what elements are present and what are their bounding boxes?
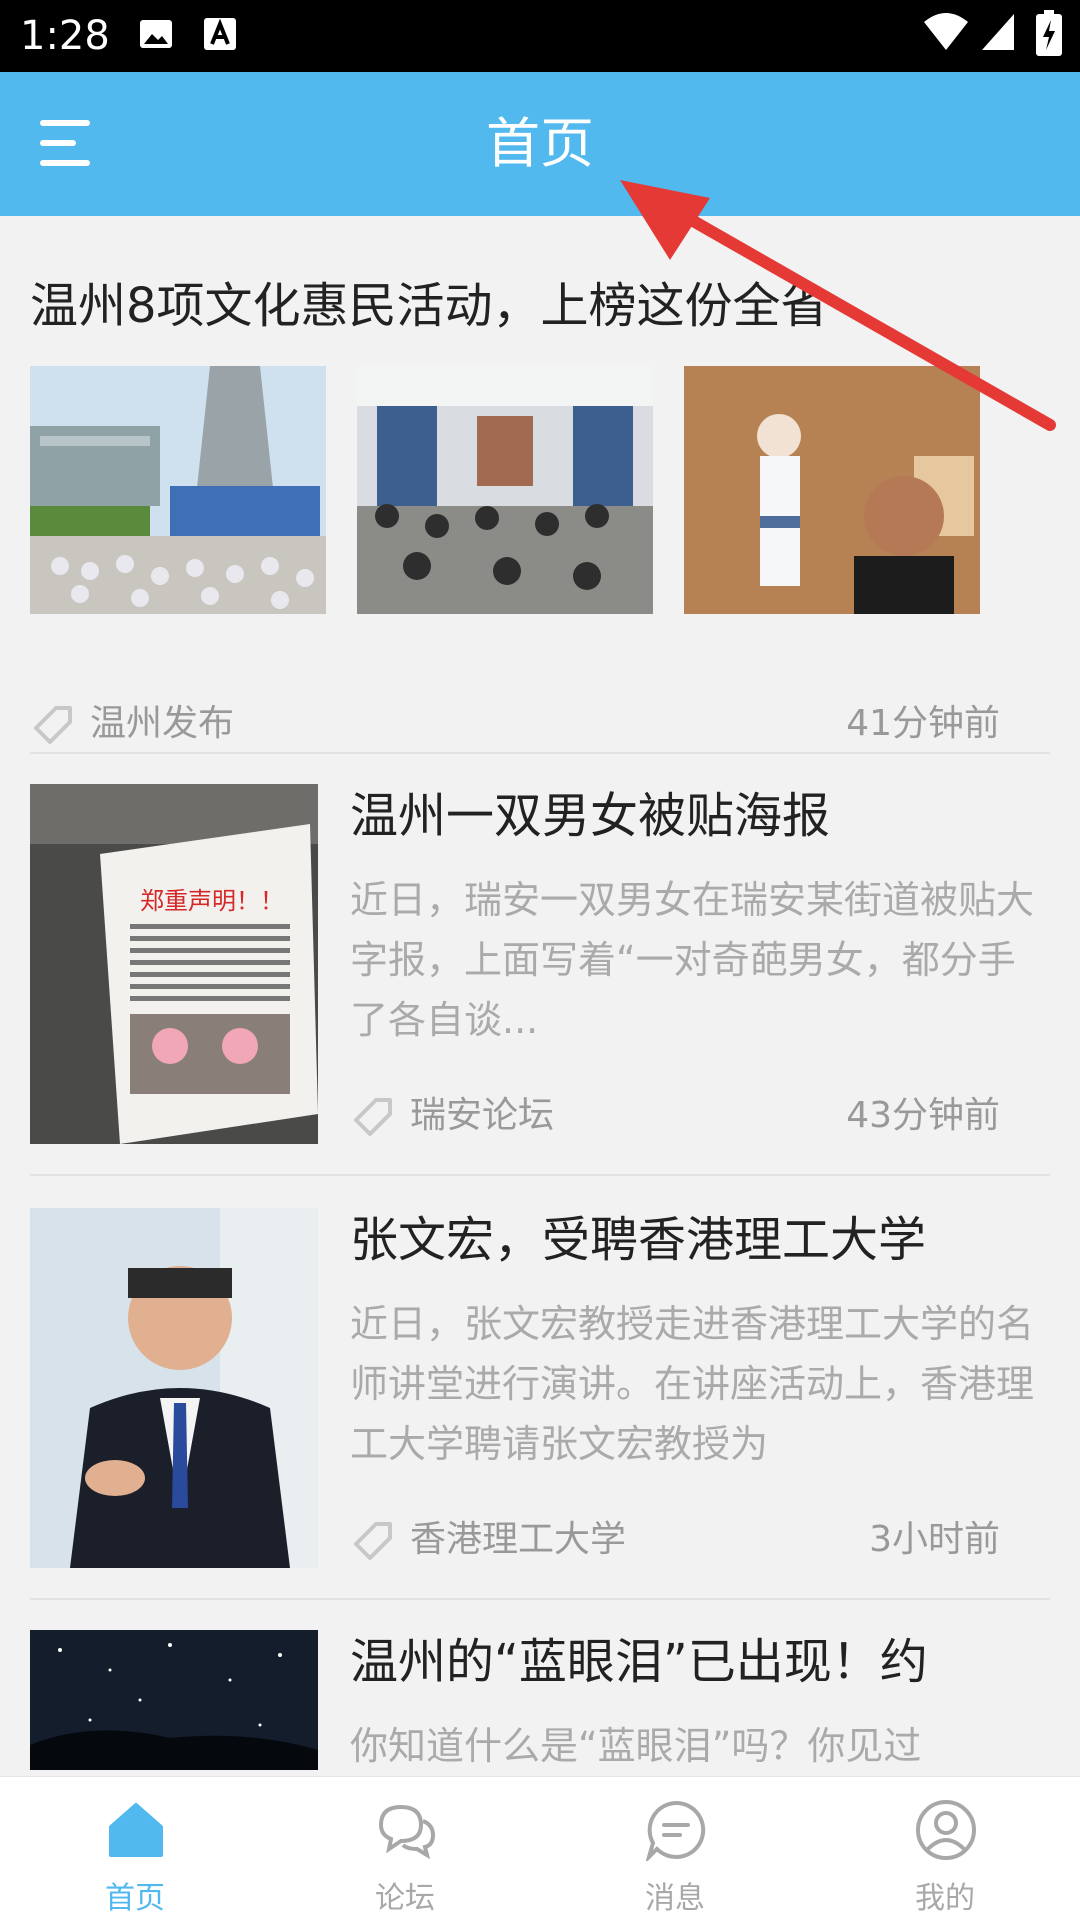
news-title: 温州8项文化惠民活动，上榜这份全省 [30, 278, 829, 334]
news-source: 温州发布 [90, 703, 235, 744]
news-title: 温州的“蓝眼泪”已出现！约 [350, 1634, 928, 1690]
divider [30, 752, 1050, 754]
font-notification-icon [204, 18, 236, 50]
battery-icon [1036, 10, 1062, 56]
news-title: 张文宏，受聘香港理工大学 [350, 1212, 927, 1268]
poster-headline-text: 郑重声明！！ [140, 887, 284, 915]
news-image-puppet [684, 366, 980, 614]
news-time: 43分钟前 [846, 1095, 1000, 1136]
divider [30, 1174, 1050, 1176]
news-thumbnail-poster: 郑重声明！！ [30, 784, 318, 1144]
profile-icon [916, 1800, 976, 1860]
divider [30, 1598, 1050, 1600]
cellular-signal-icon [982, 14, 1014, 50]
tab-messages[interactable]: 消息 [540, 1777, 810, 1921]
tag-icon [34, 706, 72, 744]
news-image-audience [357, 366, 653, 614]
news-item-3[interactable]: 张文宏，受聘香港理工大学 近日，张文宏教授走进香港理工大学的名师讲堂进行演讲。在… [30, 1208, 1050, 1568]
forum-icon [378, 1804, 436, 1860]
tab-label: 消息 [645, 1881, 705, 1916]
status-time: 1:28 [20, 13, 110, 59]
news-excerpt: 近日，瑞安一双男女在瑞安某街道被贴大字报，上面写着“一对奇葩男女，都分手了各自谈… [350, 878, 1035, 1042]
news-image-monument [30, 366, 326, 614]
tab-label: 首页 [105, 1881, 165, 1916]
tag-icon [354, 1098, 392, 1136]
tab-forum[interactable]: 论坛 [270, 1777, 540, 1921]
app-header: 首页 [0, 72, 1080, 216]
news-thumbnail-night-sky [30, 1630, 318, 1770]
page-title: 首页 [486, 112, 594, 175]
tab-profile[interactable]: 我的 [810, 1777, 1080, 1921]
news-source: 香港理工大学 [410, 1519, 627, 1560]
news-time: 3小时前 [869, 1519, 1000, 1560]
tab-label: 论坛 [375, 1881, 435, 1916]
wifi-icon [924, 13, 968, 50]
news-thumbnail-portrait [30, 1208, 318, 1568]
news-excerpt: 你知道什么是“蓝眼泪”吗？你见过 [350, 1724, 922, 1768]
news-title: 温州一双男女被贴海报 [350, 788, 831, 844]
bottom-navigation: 首页 论坛 消息 我的 [0, 1776, 1080, 1921]
news-item-4[interactable]: 温州的“蓝眼泪”已出现！约 你知道什么是“蓝眼泪”吗？你见过 [30, 1630, 1050, 1770]
status-bar: 1:28 [0, 0, 1080, 72]
tab-label: 我的 [915, 1881, 975, 1916]
news-source: 瑞安论坛 [410, 1095, 555, 1136]
message-icon [645, 1800, 706, 1861]
news-item-1[interactable]: 温州8项文化惠民活动，上榜这份全省 温州发布 41分钟前 [30, 274, 1050, 754]
tab-home[interactable]: 首页 [0, 1777, 270, 1921]
news-time: 41分钟前 [846, 703, 1000, 744]
news-item-2[interactable]: 郑重声明！！ 温州一双男女被贴海报 近日，瑞安一双男女在瑞安某街道被贴大字报，上… [30, 784, 1050, 1144]
gallery-notification-icon [140, 20, 172, 48]
news-excerpt: 近日，张文宏教授走进香港理工大学的名师讲堂进行演讲。在讲座活动上，香港理工大学聘… [350, 1302, 1035, 1466]
home-icon [109, 1803, 163, 1857]
tag-icon [354, 1522, 392, 1560]
